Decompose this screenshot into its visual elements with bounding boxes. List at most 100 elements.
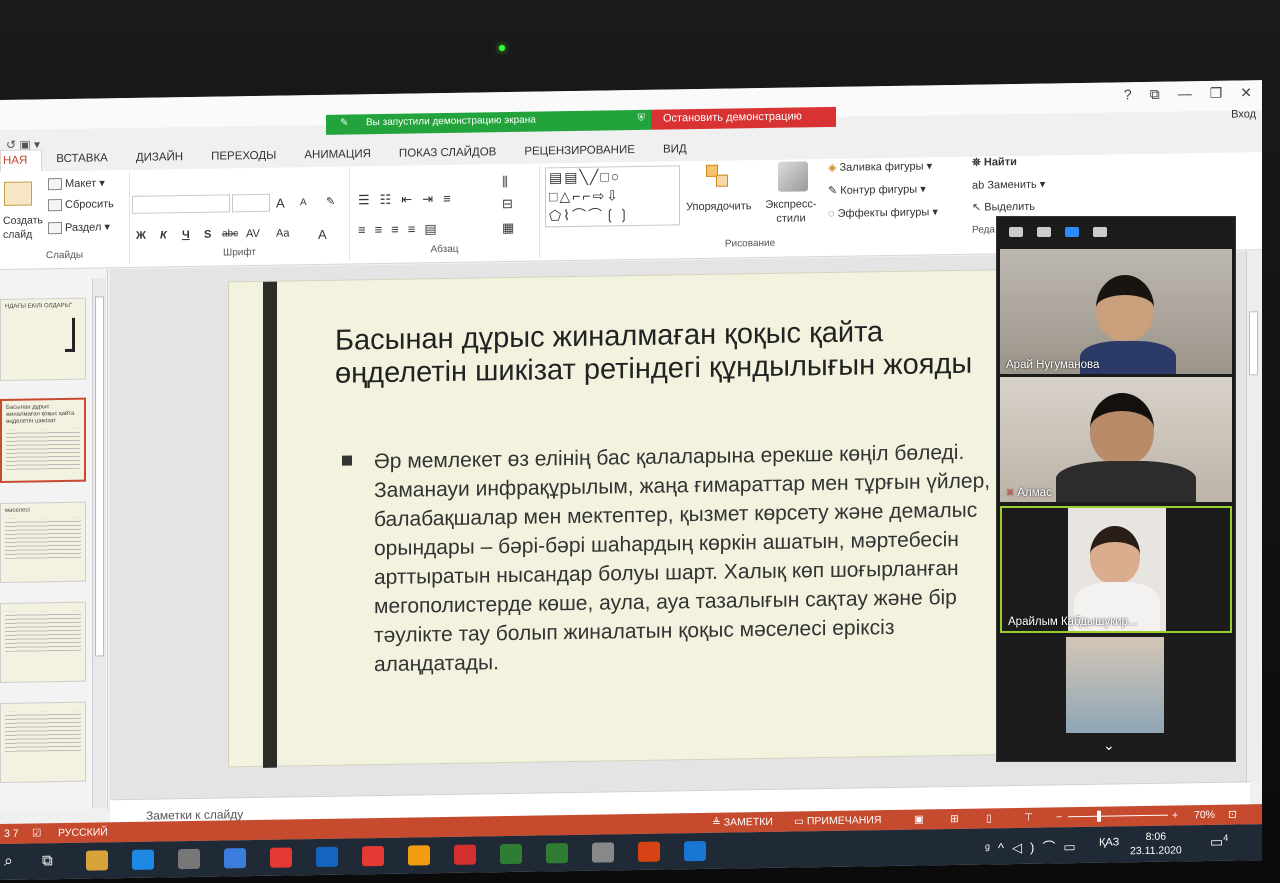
ribbon-display-icon[interactable]: ⧉ [1150, 86, 1160, 103]
minimize-video-icon[interactable] [1009, 227, 1023, 237]
thumbnails-scrollbar[interactable] [92, 278, 106, 809]
close-icon[interactable]: ✕ [1240, 84, 1252, 101]
tab-view[interactable]: ВИД [649, 139, 701, 162]
strip-view-icon[interactable] [1065, 227, 1079, 237]
shape-outline-button[interactable]: ✎ Контур фигуры ▾ [828, 182, 926, 197]
slide-thumbnail[interactable] [0, 601, 86, 683]
shape-fill-button[interactable]: ◈ Заливка фигуры ▾ [828, 159, 932, 174]
participant-video[interactable]: ✕ Алмас [1000, 377, 1232, 502]
replace-button[interactable]: ab Заменить ▾ [972, 178, 1045, 192]
clock[interactable]: 8:06 23.11.2020 [1130, 829, 1182, 858]
tab-home[interactable]: НАЯ [0, 149, 43, 172]
tab-animations[interactable]: АНИМАЦИЯ [290, 144, 385, 167]
system-tray[interactable]: ᵍ^◁)⌒▭ [985, 836, 1084, 857]
reading-view-icon[interactable]: ▯ [986, 812, 992, 824]
language-indicator[interactable]: РУССКИЙ [58, 826, 108, 839]
help-icon[interactable]: ? [1124, 86, 1132, 103]
shrink-font-button[interactable]: A [300, 197, 307, 208]
taskbar-app-icon[interactable] [270, 847, 292, 868]
section-button[interactable]: Раздел ▾ [48, 220, 110, 235]
list-buttons[interactable]: ☰☷⇤⇥≡ [358, 191, 461, 209]
underline-button[interactable]: Ч [182, 229, 190, 241]
slide-thumbnail[interactable]: мәселесі [0, 501, 86, 583]
slideshow-icon[interactable]: ⊤ [1024, 812, 1033, 824]
taskbar-app-icon[interactable] [132, 849, 154, 870]
find-button[interactable]: ⛯ Найти [972, 156, 1017, 170]
slide-title[interactable]: Басынан дұрыс жиналмаған қоқыс қайта өңд… [335, 315, 985, 391]
zoom-out-button[interactable]: − [1056, 811, 1062, 823]
tab-slideshow[interactable]: ПОКАЗ СЛАЙДОВ [385, 142, 510, 166]
gallery-view-icon[interactable] [1093, 227, 1107, 237]
taskbar-app-icon[interactable] [500, 843, 522, 865]
restore-icon[interactable]: ❐ [1210, 85, 1223, 102]
taskbar-app-icon[interactable] [592, 842, 614, 863]
participant-video[interactable] [1000, 637, 1232, 737]
shape-effects-button[interactable]: ◌ Эффекты фигуры ▾ [828, 205, 938, 220]
participant-video-speaking[interactable]: Арайлым Кабдышукир... [1000, 506, 1232, 633]
slide-body[interactable]: Әр мемлекет өз елінің бас қалаларына ере… [342, 437, 997, 679]
taskbar-app-icon[interactable] [316, 846, 338, 868]
spellcheck-icon[interactable]: ☑ [32, 827, 41, 839]
participant-video[interactable]: Арай Нугуманова [1000, 249, 1232, 374]
change-case-button[interactable]: Aa [276, 227, 289, 239]
normal-view-icon[interactable]: ▣ [914, 813, 924, 825]
search-icon[interactable]: ⌕ [4, 853, 13, 871]
minimize-icon[interactable]: — [1178, 85, 1192, 102]
new-slide-icon[interactable] [4, 181, 38, 212]
taskbar-app-icon[interactable] [362, 845, 384, 867]
quick-styles-button[interactable]: Экспресс-стили [762, 197, 820, 226]
notes-toggle[interactable]: ≜ ЗАМЕТКИ [712, 816, 773, 829]
new-slide-button[interactable]: Создать слайд [3, 213, 45, 242]
stop-share-button[interactable]: Остановить демонстрацию [651, 106, 836, 130]
tab-review[interactable]: РЕЦЕНЗИРОВАНИЕ [510, 140, 649, 164]
zoom-slider-thumb[interactable] [1097, 810, 1102, 822]
zoom-level[interactable]: 70% [1194, 809, 1215, 821]
taskbar-app-icon[interactable] [546, 843, 568, 864]
font-name-combo[interactable] [132, 194, 230, 214]
font-color-icon[interactable]: A [318, 227, 327, 242]
arrange-icon[interactable] [706, 164, 730, 189]
scrollbar-thumb[interactable] [95, 296, 104, 657]
taskbar-app-icon[interactable] [454, 844, 476, 865]
speaker-view-icon[interactable] [1037, 227, 1051, 237]
layout-button[interactable]: Макет ▾ [48, 176, 105, 191]
shapes-gallery[interactable]: ▤▤╲╱□○ □△⌐⌐⇨⇩ ⬠⌇⌒⌒❲❳ [545, 165, 680, 228]
align-buttons[interactable]: ≡≡≡≡▤ [358, 221, 446, 238]
input-language[interactable]: ҚАЗ [1099, 836, 1119, 848]
task-view-icon[interactable]: ⧉ [42, 852, 53, 869]
taskbar-app-icon[interactable] [408, 845, 430, 866]
clear-format-icon[interactable]: ✎ [326, 195, 335, 208]
notification-icon[interactable]: ▭4 [1210, 833, 1228, 851]
align-text-icon[interactable]: ⊟ [502, 196, 513, 212]
taskbar-app-icon[interactable] [86, 850, 108, 871]
vertical-scrollbar[interactable] [1246, 251, 1260, 782]
char-spacing-button[interactable]: AV [246, 228, 260, 240]
taskbar-app-icon[interactable] [224, 848, 246, 869]
slide-sorter-icon[interactable]: ⊞ [950, 813, 959, 825]
grow-font-button[interactable]: A [276, 196, 285, 211]
tab-insert[interactable]: ВСТАВКА [42, 148, 122, 171]
zoom-slider[interactable] [1068, 814, 1168, 818]
quick-styles-icon[interactable] [778, 161, 808, 192]
chevron-down-icon[interactable]: ⌄ [1103, 737, 1115, 754]
scrollbar-thumb[interactable] [1249, 311, 1258, 376]
slide-thumbnail[interactable]: НДАҒЫ ЕКІЛІ ОЛДАРЫ" [0, 297, 86, 381]
bold-button[interactable]: Ж [136, 230, 146, 242]
strikethrough-button[interactable]: abc [222, 228, 238, 239]
taskbar-app-icon[interactable] [684, 840, 706, 862]
reset-button[interactable]: Сбросить [48, 198, 114, 212]
select-button[interactable]: ↖ Выделить [972, 200, 1035, 214]
shadow-button[interactable]: S [204, 229, 211, 241]
slide-thumbnail[interactable] [0, 701, 86, 783]
smartart-icon[interactable]: ▦ [502, 220, 514, 236]
text-direction-icon[interactable]: ⫼ [502, 174, 508, 190]
taskbar-app-icon[interactable] [178, 848, 200, 870]
fit-slide-icon[interactable]: ⊡ [1228, 809, 1237, 821]
italic-button[interactable]: К [160, 229, 167, 241]
arrange-button[interactable]: Упорядочить [686, 200, 751, 213]
taskbar-app-icon[interactable] [638, 841, 660, 862]
slide-thumbnail-selected[interactable]: Басынан дұрыс жиналмаған қоқыс қайта өңд… [0, 397, 86, 483]
pin-icon[interactable]: ✎ [340, 118, 348, 129]
zoom-in-button[interactable]: + [1172, 809, 1178, 821]
font-size-combo[interactable] [232, 193, 270, 213]
